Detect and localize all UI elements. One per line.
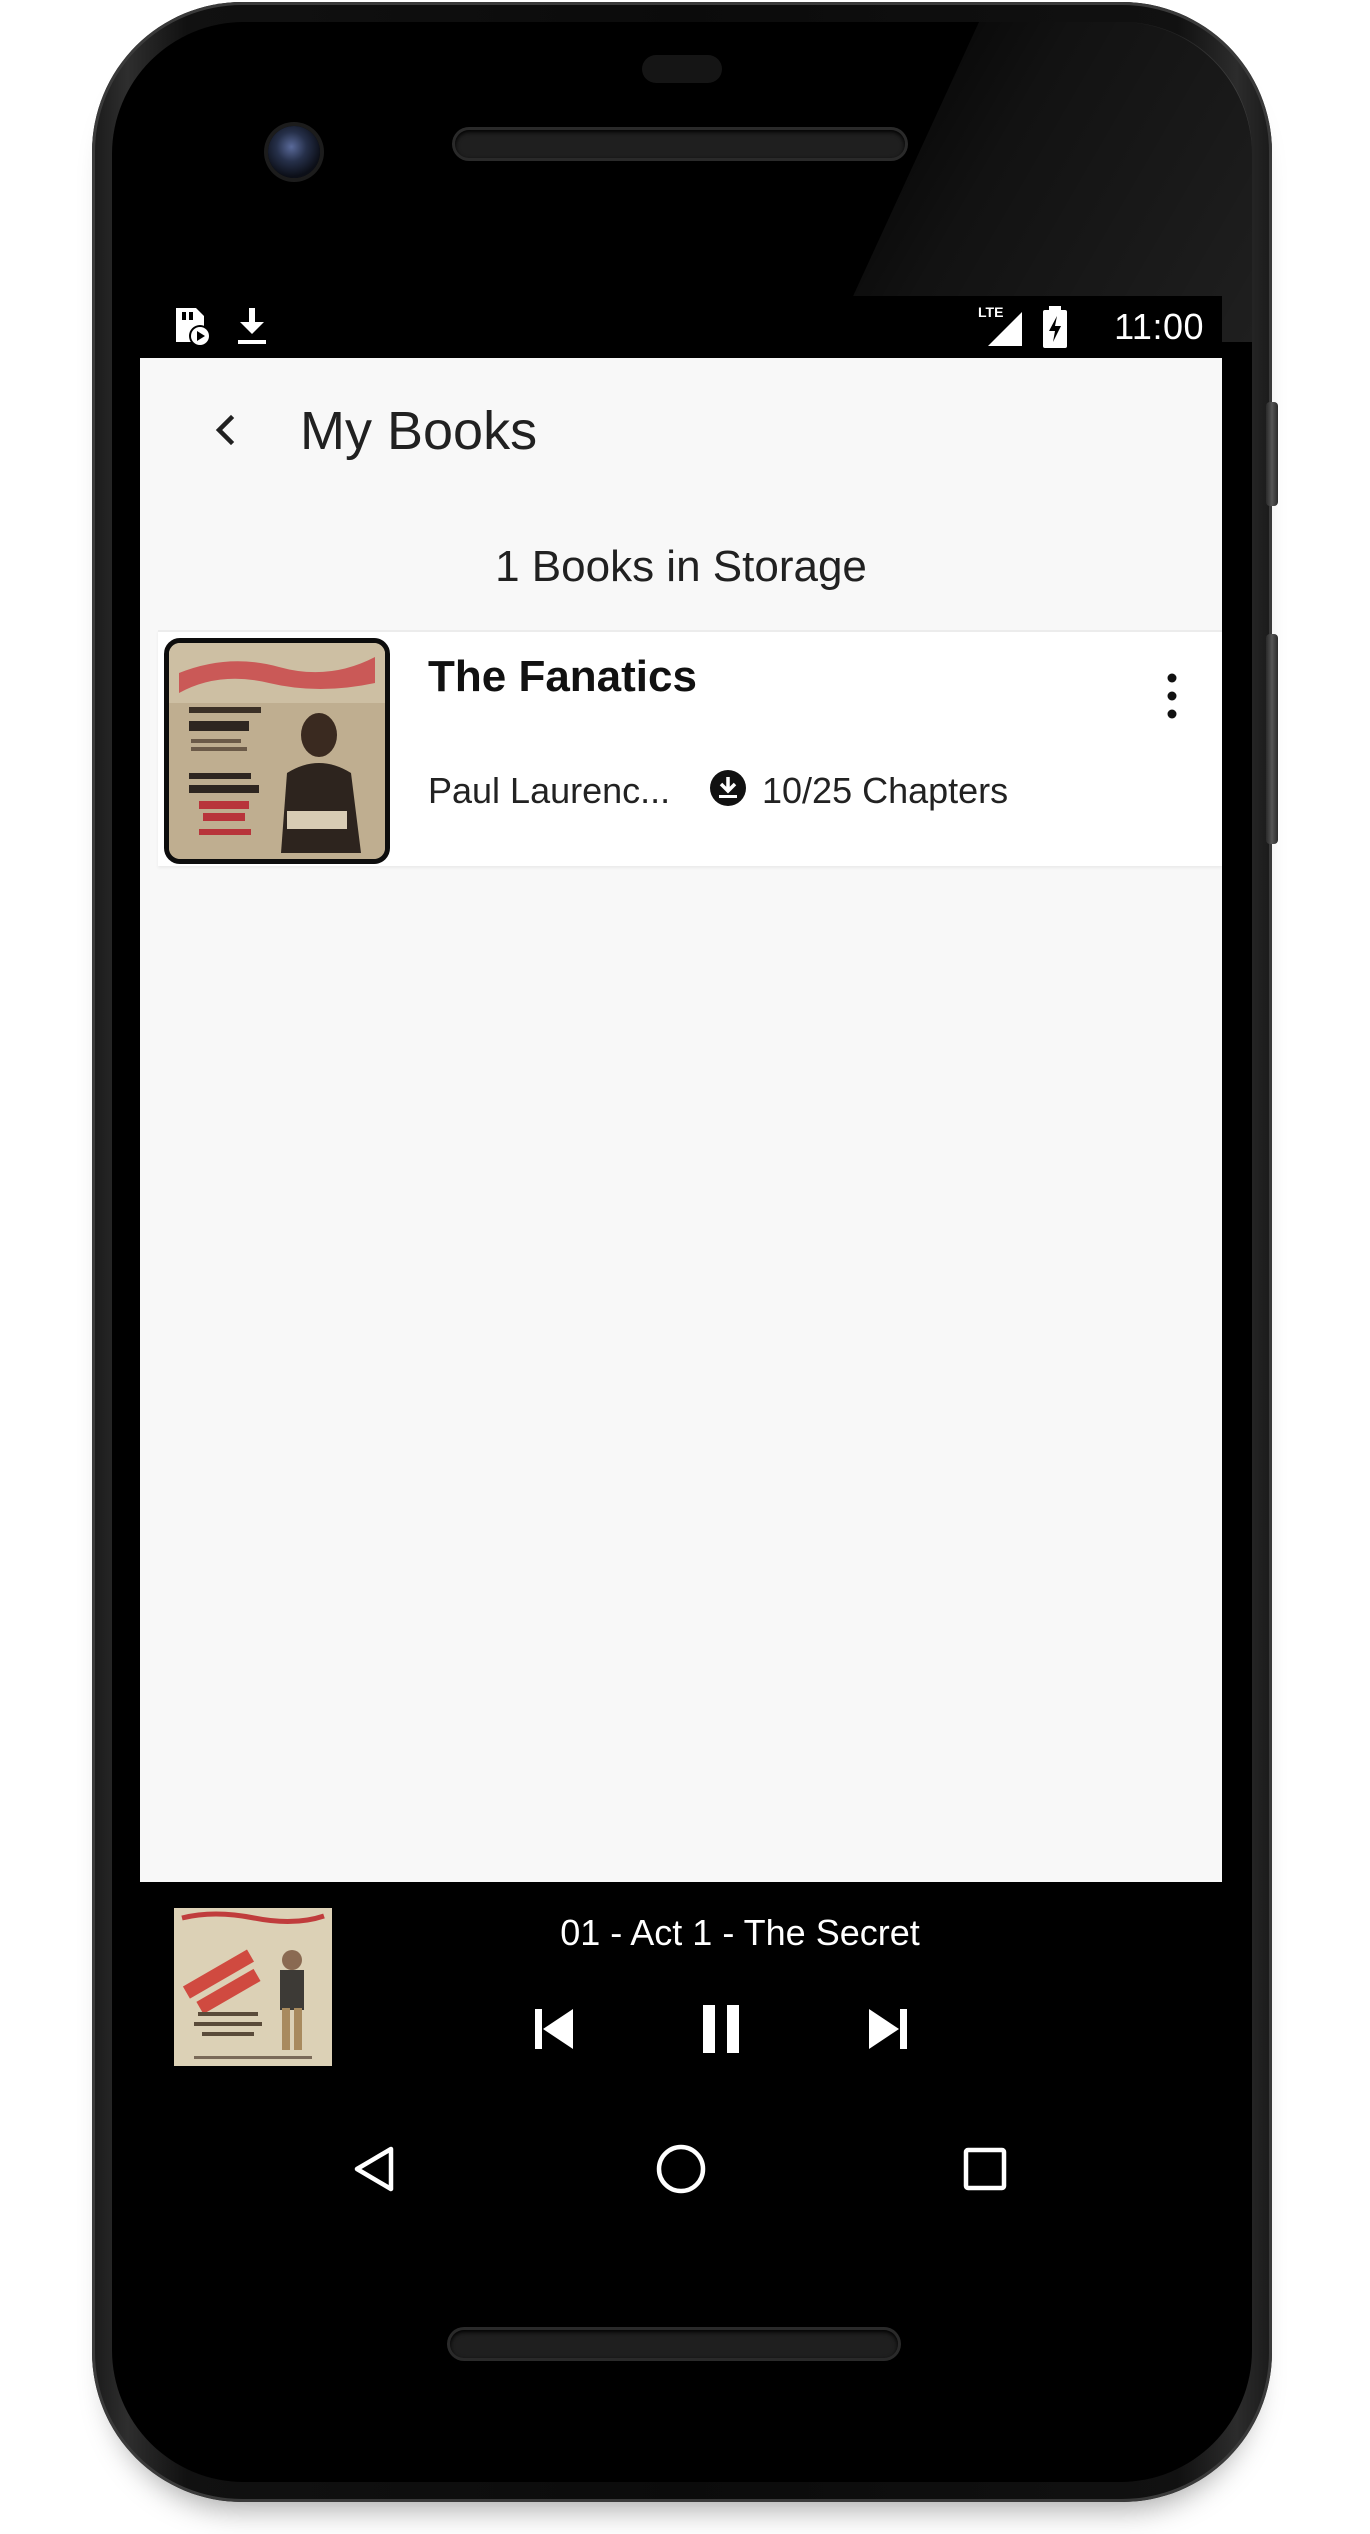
- more-vertical-icon: [1167, 673, 1177, 719]
- storage-count-label: 1 Books in Storage: [495, 542, 867, 591]
- system-navigation-bar: [140, 2106, 1222, 2226]
- book-menu-button[interactable]: [1140, 652, 1204, 740]
- chapter-count: 10/25 Chapters: [762, 770, 1009, 811]
- status-bar: LTE 11:00: [140, 296, 1222, 358]
- book-title: The Fanatics: [428, 652, 697, 701]
- book-author: Paul Laurenc...: [428, 770, 671, 811]
- now-playing-cover[interactable]: [174, 1908, 332, 2066]
- nav-home-button[interactable]: [636, 2124, 726, 2214]
- pause-button[interactable]: [676, 1984, 766, 2074]
- front-camera: [268, 126, 320, 178]
- recents-square-icon: [963, 2147, 1007, 2191]
- track-title: 01 - Act 1 - The Secret: [560, 1912, 920, 1953]
- nav-back-button[interactable]: [330, 2124, 420, 2214]
- download-icon: [238, 308, 266, 344]
- proximity-sensor: [642, 55, 722, 83]
- app-screen: LTE 11:00 My Books 1 Books in Storage Th…: [140, 296, 1222, 2154]
- pause-icon: [703, 2005, 739, 2053]
- skip-previous-button[interactable]: [508, 1984, 598, 2074]
- chevron-left-icon: [215, 414, 235, 446]
- app-toolbar: My Books: [140, 358, 1222, 502]
- skip-next-icon: [869, 2009, 907, 2049]
- status-time: 11:00: [1114, 306, 1204, 347]
- back-button[interactable]: [190, 394, 262, 466]
- book-list-item[interactable]: The Fanatics Paul Laurenc... 10/25 Chapt…: [158, 630, 1222, 866]
- volume-button: [1266, 634, 1278, 844]
- lte-signal-icon: [988, 312, 1022, 346]
- earpiece-speaker: [455, 130, 905, 158]
- back-triangle-icon: [354, 2146, 394, 2192]
- bottom-speaker: [450, 2330, 898, 2358]
- battery-charging-icon: [1043, 306, 1067, 348]
- sd-card-play-icon: [176, 308, 211, 347]
- page-title: My Books: [300, 401, 538, 461]
- now-playing-cover-art: [174, 1908, 332, 2066]
- download-circle-icon: [710, 770, 746, 806]
- book-cover-image: [164, 638, 390, 864]
- nav-recents-button[interactable]: [940, 2124, 1030, 2214]
- book-cover-art: [169, 643, 385, 859]
- power-button: [1266, 402, 1278, 506]
- skip-previous-icon: [535, 2009, 573, 2049]
- skip-next-button[interactable]: [844, 1984, 934, 2074]
- home-circle-icon: [656, 2144, 706, 2194]
